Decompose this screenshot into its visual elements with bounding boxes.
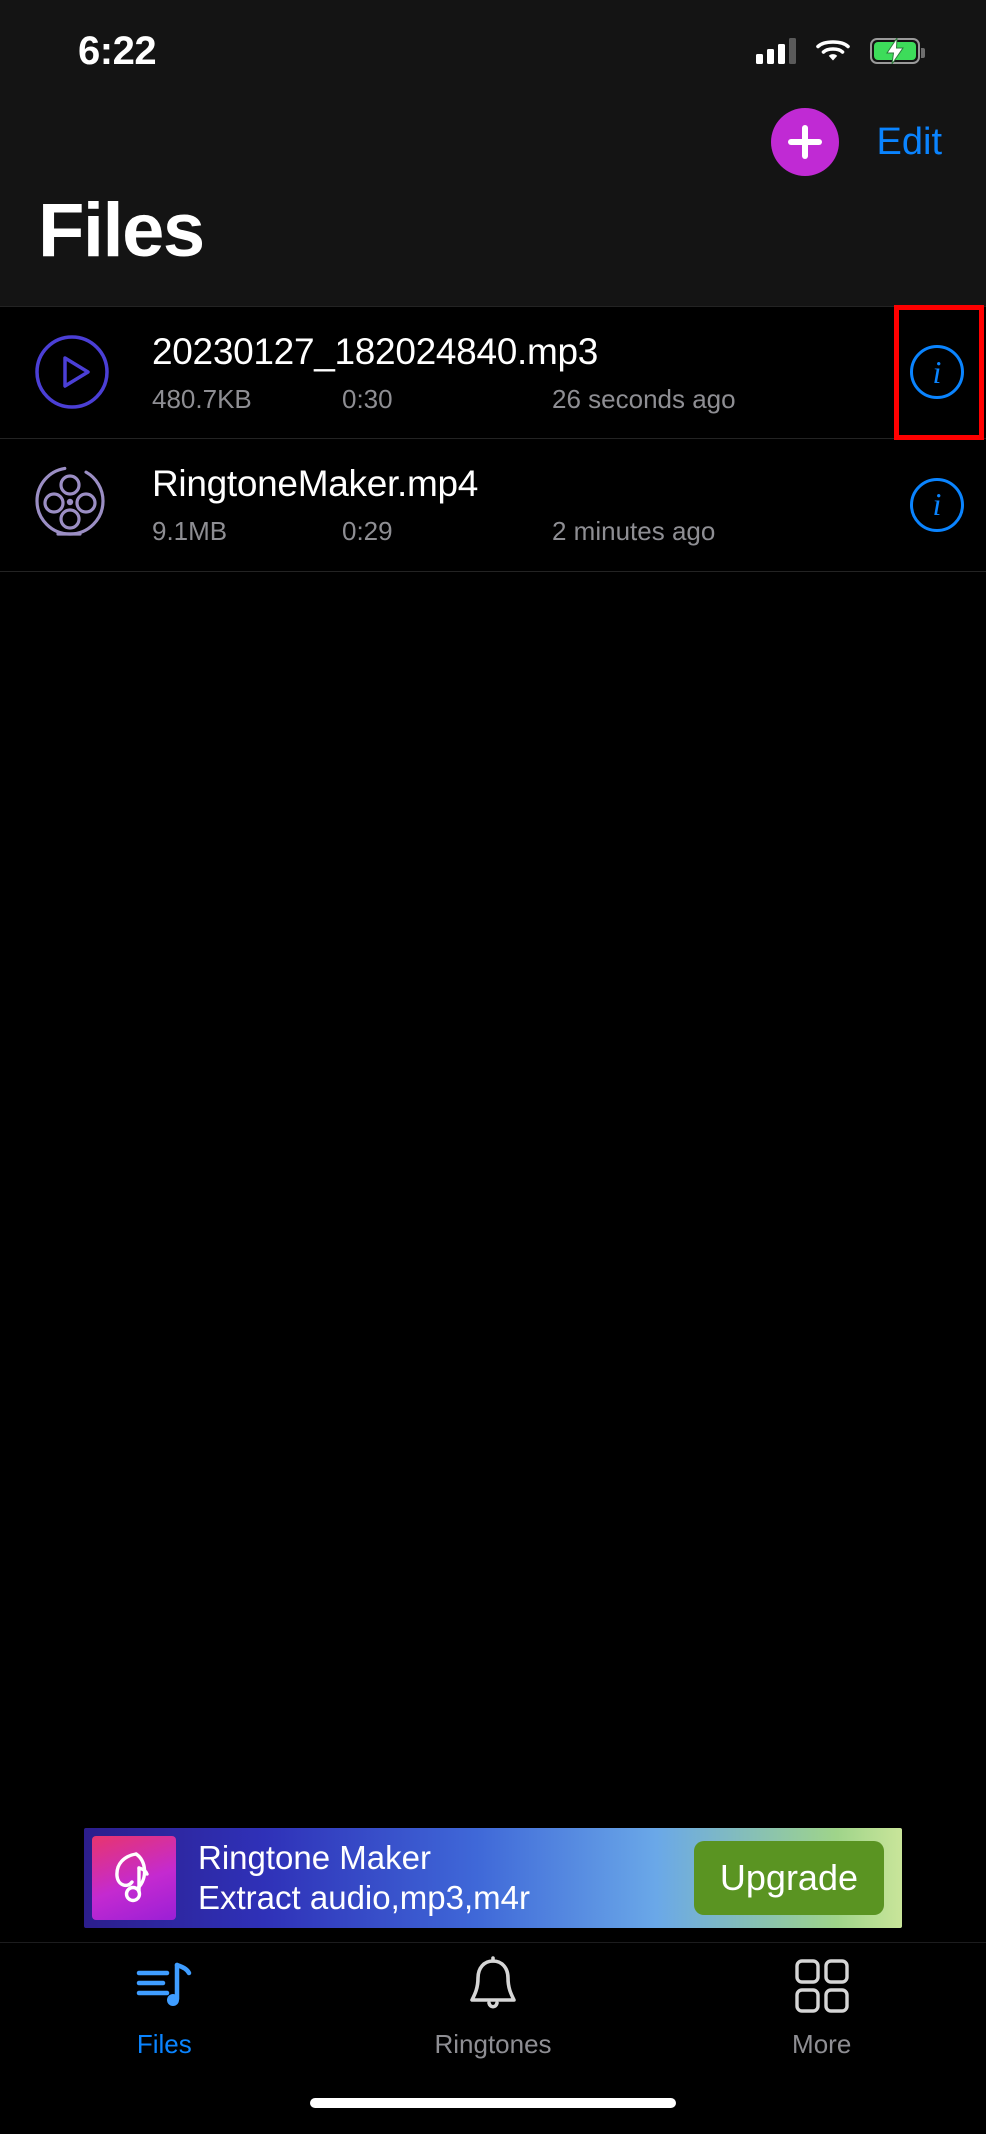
battery-charging-icon	[870, 38, 925, 64]
file-duration: 0:29	[342, 516, 393, 547]
tab-label: More	[792, 2029, 852, 2059]
tab-label: Ringtones	[434, 2029, 552, 2059]
grid-four-squares-icon	[793, 1955, 851, 2017]
film-reel-icon[interactable]	[26, 465, 118, 545]
file-name: 20230127_182024840.mp3	[152, 330, 599, 372]
status-icons	[756, 38, 925, 64]
tab-bar: Files Ringtones More	[0, 1942, 986, 2134]
table-row[interactable]: 20230127_182024840.mp3 480.7KB 0:30 26 s…	[0, 304, 986, 440]
tab-ringtones[interactable]: Ringtones	[329, 1955, 658, 2060]
info-circle-icon: i	[910, 345, 964, 400]
status-bar: 6:22	[0, 0, 986, 96]
file-size: 480.7KB	[152, 383, 252, 414]
plus-icon	[787, 125, 822, 159]
tab-more[interactable]: More	[657, 1955, 986, 2060]
wifi-icon	[816, 38, 850, 64]
info-circle-icon: i	[910, 477, 964, 532]
ad-banner-container: Ringtone Maker Extract audio,mp3,m4r Upg…	[84, 1828, 902, 1928]
file-size: 9.1MB	[152, 516, 228, 547]
tab-files[interactable]: Files	[0, 1955, 329, 2060]
ringtone-maker-app-icon	[92, 1836, 176, 1920]
tab-label: Files	[136, 2029, 192, 2059]
file-name: RingtoneMaker.mp4	[152, 463, 479, 505]
file-details: 20230127_182024840.mp3 480.7KB 0:30 26 s…	[118, 333, 888, 412]
ad-banner[interactable]: Ringtone Maker Extract audio,mp3,m4r Upg…	[84, 1828, 902, 1928]
play-circle-icon[interactable]	[26, 334, 118, 410]
edit-button[interactable]: Edit	[873, 121, 946, 164]
cellular-signal-icon	[756, 38, 796, 64]
file-details: RingtoneMaker.mp4 9.1MB 0:29 2 minutes a…	[118, 465, 888, 544]
ad-text: Ringtone Maker Extract audio,mp3,m4r	[176, 1838, 694, 1917]
file-info-button[interactable]: i	[888, 439, 986, 571]
add-file-button[interactable]	[770, 108, 839, 176]
file-modified: 2 minutes ago	[552, 516, 716, 547]
music-list-icon	[133, 1955, 195, 2017]
file-info-button[interactable]: i	[888, 304, 986, 440]
ad-title: Ringtone Maker	[198, 1838, 431, 1876]
file-meta: 9.1MB 0:29 2 minutes ago	[152, 518, 878, 544]
ad-subtitle: Extract audio,mp3,m4r	[198, 1879, 530, 1916]
home-indicator	[310, 2098, 676, 2108]
page-title: Files	[38, 188, 205, 273]
upgrade-button[interactable]: Upgrade	[693, 1841, 884, 1915]
table-row[interactable]: RingtoneMaker.mp4 9.1MB 0:29 2 minutes a…	[0, 439, 986, 572]
page-title-container: Files	[0, 188, 986, 306]
file-list: 20230127_182024840.mp3 480.7KB 0:30 26 s…	[0, 304, 986, 572]
file-modified: 26 seconds ago	[552, 383, 736, 414]
file-duration: 0:30	[342, 383, 393, 414]
file-meta: 480.7KB 0:30 26 seconds ago	[152, 386, 878, 412]
bell-icon	[464, 1955, 522, 2017]
nav-action-bar: Edit	[0, 96, 986, 188]
status-time: 6:22	[78, 28, 157, 73]
